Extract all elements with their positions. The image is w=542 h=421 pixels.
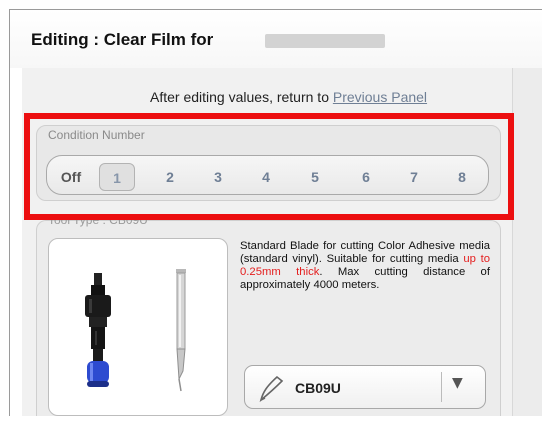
instruction-text: After editing values, return to xyxy=(150,89,333,105)
selected-tool-value: CB09U xyxy=(295,380,341,396)
pen-icon xyxy=(255,372,287,408)
tool-image xyxy=(48,238,228,416)
highlight-box xyxy=(24,113,514,220)
instruction-line: After editing values, return to Previous… xyxy=(150,89,427,105)
chevron-down-icon[interactable]: ▼ xyxy=(452,375,463,391)
tool-description: Standard Blade for cutting Color Adhesiv… xyxy=(240,240,490,292)
scrollbar[interactable] xyxy=(512,68,542,416)
description-text: Standard Blade for cutting Color Adhesiv… xyxy=(240,240,490,265)
window-title: Editing : Clear Film for xyxy=(31,30,214,49)
dropdown-divider xyxy=(441,372,442,402)
cutter-blade-holder-illustration xyxy=(85,269,186,392)
redacted-media-name xyxy=(265,34,385,48)
previous-panel-link[interactable]: Previous Panel xyxy=(333,89,427,105)
